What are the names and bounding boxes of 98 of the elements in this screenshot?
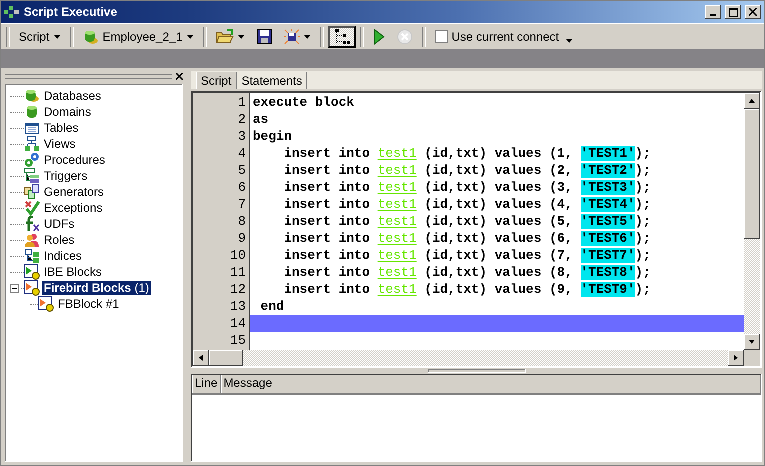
users-icon	[24, 232, 40, 248]
tree-item[interactable]: Indices	[42, 249, 84, 263]
database-icon	[24, 104, 40, 120]
line-number: 2	[238, 112, 246, 127]
splitter-handle[interactable]	[428, 369, 526, 373]
tree-icon	[334, 28, 350, 44]
function-icon	[24, 216, 40, 232]
scroll-down-button[interactable]	[744, 334, 760, 350]
block-icon	[38, 296, 54, 312]
table-icon	[24, 120, 40, 136]
hierarchy-icon	[24, 136, 40, 152]
check-icon	[24, 200, 40, 216]
maximize-icon	[728, 8, 738, 16]
line-number: 13	[230, 299, 246, 314]
database-icon	[82, 28, 99, 44]
close-button[interactable]	[745, 5, 761, 19]
tab[interactable]: Statements	[236, 72, 308, 89]
code-line: insert into test1 (id,txt) values (4, 'TEST4');	[283, 196, 652, 213]
code-line: execute block	[252, 94, 356, 111]
line-number: 14	[230, 316, 246, 331]
line-number: 6	[238, 180, 246, 195]
close-icon	[749, 8, 757, 16]
tree-item[interactable]: Tables	[42, 121, 81, 135]
play-icon	[372, 28, 385, 44]
counter-icon	[24, 184, 40, 200]
line-number: 8	[238, 214, 246, 229]
code-line: insert into test1 (id,txt) values (9, 'TEST9');	[283, 281, 652, 298]
tree-item[interactable]: FBBlock #1	[56, 297, 122, 311]
scrollbar-corner	[744, 350, 760, 366]
code-line: insert into test1 (id,txt) values (5, 'TEST5');	[283, 213, 652, 230]
scroll-up-button[interactable]	[744, 93, 760, 109]
maximize-button[interactable]	[725, 5, 741, 19]
code-line: insert into test1 (id,txt) values (7, 'TEST7');	[283, 247, 652, 264]
connection-menu-button[interactable]: Employee_2_1	[78, 26, 199, 48]
caret-icon	[54, 34, 61, 38]
trigger-icon	[24, 168, 40, 184]
script-menu-button[interactable]: Script	[14, 26, 66, 48]
app-icon	[4, 6, 20, 18]
tree-item[interactable]: Firebird Blocks (1)	[42, 281, 152, 295]
minimize-button[interactable]	[705, 5, 721, 19]
line-number: 11	[230, 265, 246, 280]
scrollbar-thumb[interactable]	[209, 350, 243, 366]
line-number: 9	[238, 231, 246, 246]
tree-item[interactable]: Roles	[42, 233, 77, 247]
code-line: insert into test1 (id,txt) values (6, 'TEST6');	[283, 230, 652, 247]
code-line: insert into test1 (id,txt) values (1, 'TEST1');	[283, 145, 652, 162]
line-number: 10	[230, 248, 246, 263]
index-icon	[24, 248, 40, 264]
line-number: 5	[238, 163, 246, 178]
tree-item[interactable]: Generators	[42, 185, 106, 199]
save-icon	[284, 28, 300, 44]
column-header[interactable]: Message	[220, 375, 761, 393]
code-line: insert into test1 (id,txt) values (2, 'TEST2');	[283, 162, 652, 179]
arrow-icon	[197, 354, 205, 362]
line-number: 3	[238, 129, 246, 144]
horizontal-scrollbar[interactable]	[193, 350, 744, 366]
gears-icon	[24, 152, 40, 168]
caret-icon	[304, 34, 311, 38]
line-number: 12	[230, 282, 246, 297]
line-number: 15	[230, 333, 246, 348]
scroll-right-button[interactable]	[728, 350, 744, 366]
tree-item[interactable]: Databases	[42, 89, 104, 103]
folder-icon	[216, 28, 234, 44]
scroll-left-button[interactable]	[193, 350, 209, 366]
code-line: insert into test1 (id,txt) values (3, 'TEST3');	[283, 179, 652, 196]
caret-icon	[186, 34, 194, 38]
code-line: insert into test1 (id,txt) values (8, 'TEST8');	[283, 264, 652, 281]
tree-item[interactable]: Triggers	[42, 169, 90, 183]
block-icon	[24, 264, 40, 280]
save-icon	[256, 29, 272, 44]
code-line: end	[260, 298, 286, 315]
stop-icon	[396, 28, 413, 44]
window-title: Script Executive	[24, 5, 118, 19]
tree-view-toggle[interactable]	[328, 26, 356, 48]
column-header[interactable]: Line	[192, 375, 221, 393]
code-editor[interactable]	[191, 91, 762, 368]
code-line: begin	[252, 128, 294, 145]
line-number: 7	[238, 197, 246, 212]
use-current-connect-checkbox[interactable]: Use current connect	[430, 24, 564, 48]
vertical-scrollbar[interactable]	[744, 93, 760, 350]
line-number: 4	[238, 146, 246, 161]
tree-item[interactable]: Procedures	[42, 153, 108, 167]
close-icon[interactable]	[176, 72, 183, 80]
tree-item[interactable]: UDFs	[42, 217, 77, 231]
caret-icon	[238, 34, 245, 38]
arrow-icon	[748, 97, 756, 105]
tree-item[interactable]: Domains	[42, 105, 94, 119]
tree-item[interactable]: IBE Blocks	[42, 265, 104, 279]
tab[interactable]: Script	[196, 72, 237, 89]
toolbar-chevron-icon[interactable]	[566, 39, 574, 44]
block-icon	[24, 280, 40, 296]
tree-item[interactable]: Views	[42, 137, 78, 151]
line-number: 1	[238, 95, 246, 110]
tree-item[interactable]: Exceptions	[42, 201, 105, 215]
scrollbar-thumb[interactable]	[744, 109, 760, 239]
database-icon	[24, 88, 40, 104]
minus-icon[interactable]	[12, 286, 17, 290]
code-line: as	[252, 111, 270, 128]
